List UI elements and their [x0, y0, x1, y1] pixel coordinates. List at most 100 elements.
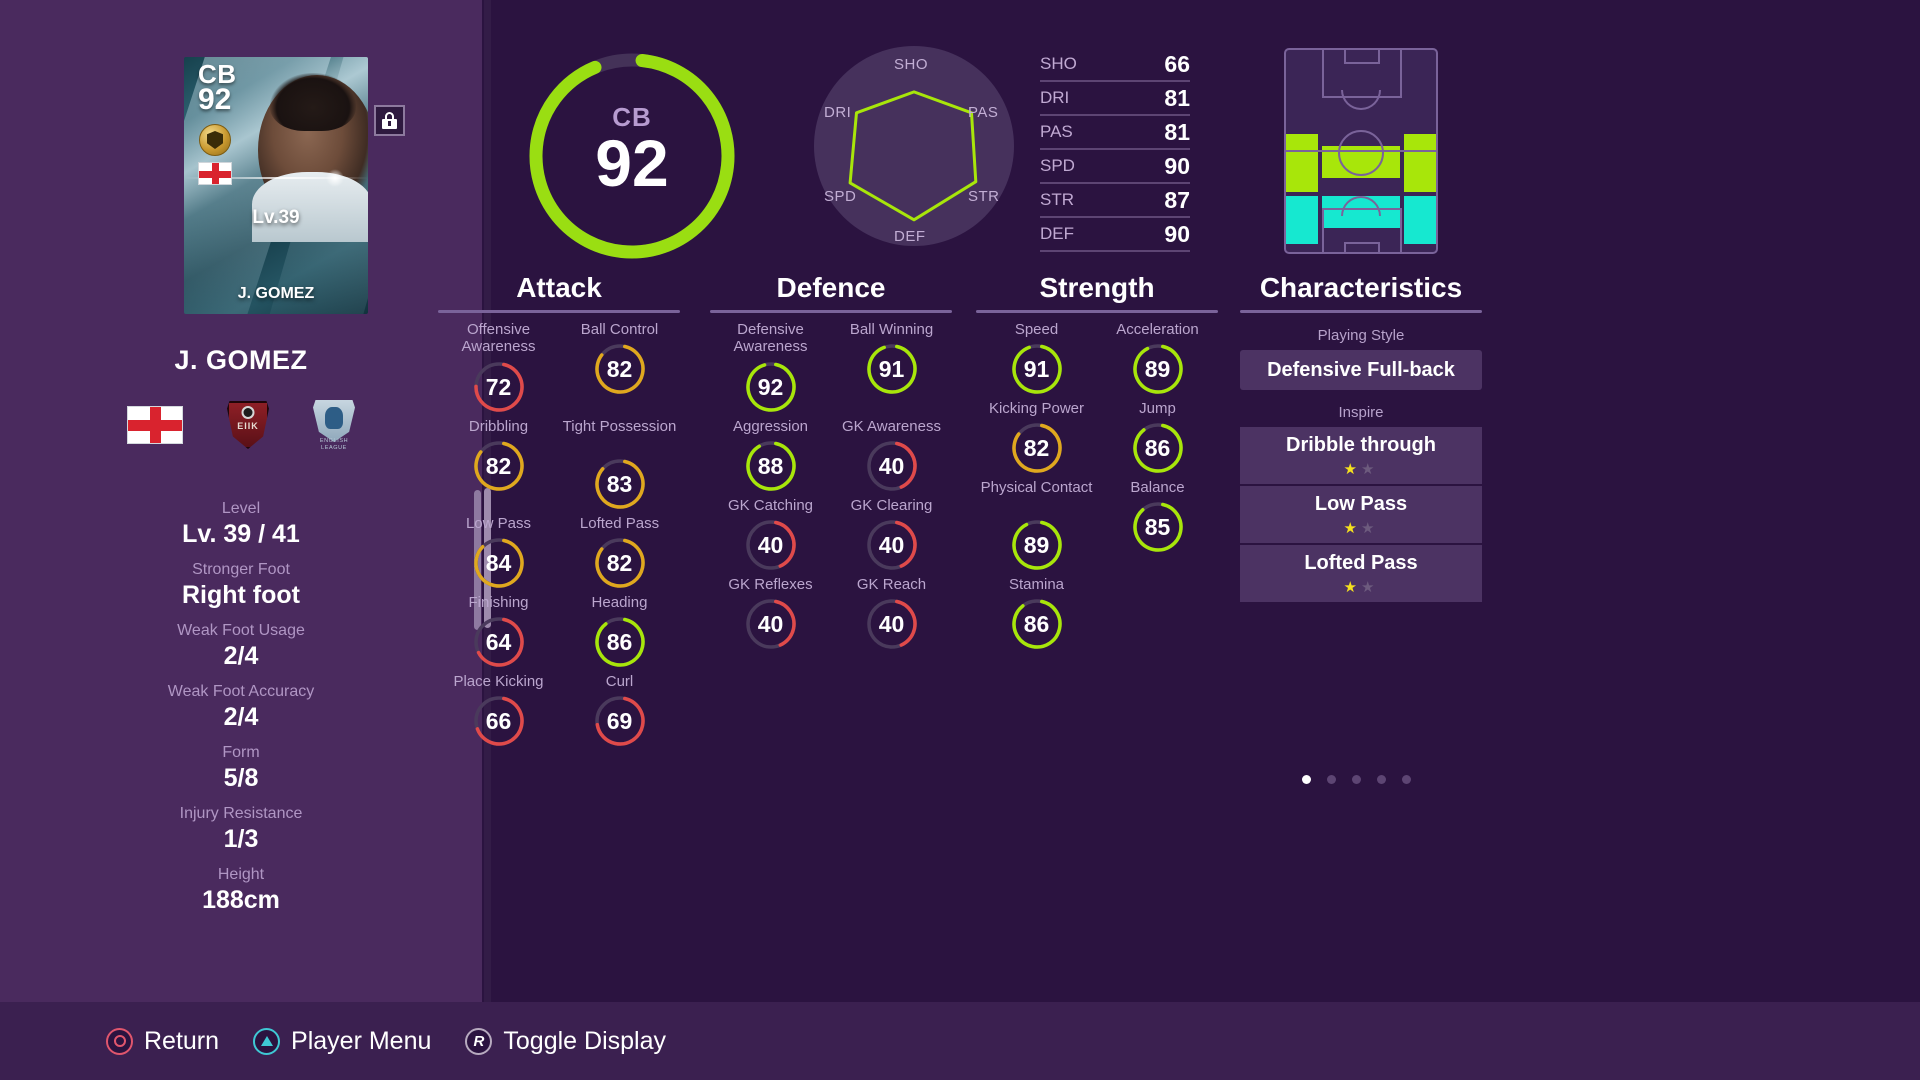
star-icon: ★ — [1361, 461, 1379, 478]
page-dot[interactable] — [1302, 775, 1311, 784]
stat-label: Dribbling — [468, 418, 529, 435]
playing-style-value[interactable]: Defensive Full-back — [1240, 350, 1482, 390]
inspire-skill-item[interactable]: Low Pass ★★ — [1240, 486, 1482, 545]
stat-ring: 82 — [592, 341, 648, 397]
stat-cell: Dribbling 82 — [438, 418, 559, 512]
stat-ring: 91 — [864, 341, 920, 397]
stat-ring: 85 — [1130, 499, 1186, 555]
stat-ring: 69 — [592, 693, 648, 749]
stat-label: Stamina — [1008, 576, 1065, 593]
pitch-center-circle — [1338, 130, 1384, 176]
stat-ring: 64 — [471, 614, 527, 670]
stat-cell: GK Reflexes 40 — [710, 576, 831, 652]
hint-player-menu[interactable]: Player Menu — [253, 1027, 431, 1056]
page-dot[interactable] — [1352, 775, 1361, 784]
hint-label-return: Return — [144, 1026, 220, 1055]
stat-cell: Finishing 64 — [438, 594, 559, 670]
summary-stat-value: 87 — [1164, 186, 1190, 213]
stat-label: Aggression — [732, 418, 809, 435]
inspire-skill-stars: ★★ — [1240, 578, 1482, 596]
inspire-skill-stars: ★★ — [1240, 460, 1482, 478]
stat-ring: 84 — [471, 535, 527, 591]
column-defence: Defence Defensive Awareness 92 Ball Winnin… — [710, 272, 952, 655]
nationality-flag-icon — [127, 406, 183, 444]
position-pitch — [1284, 48, 1438, 254]
stat-ring: 40 — [864, 517, 920, 573]
summary-stat-key: DEF — [1040, 224, 1074, 243]
column-title-defence: Defence — [776, 272, 886, 303]
card-medal-icon — [199, 124, 231, 156]
player-card[interactable]: CB 92 Lv.39 J. GOMEZ — [184, 57, 368, 314]
stat-value: 85 — [1144, 513, 1171, 540]
stat-cell: Ball Winning 91 — [831, 321, 952, 415]
inspire-skill-name: Lofted Pass — [1304, 552, 1418, 574]
stat-cell: Ball Control 82 — [559, 321, 680, 415]
stat-cell: Physical Contact 89 — [976, 479, 1097, 573]
club-badge-label: EIIK — [237, 421, 259, 431]
pitch-zone-rb — [1404, 134, 1436, 192]
page-dot[interactable] — [1402, 775, 1411, 784]
stat-label: GK Awareness — [842, 418, 941, 435]
stat-value: 86 — [1023, 610, 1050, 637]
stat-ring: 40 — [743, 596, 799, 652]
hint-toggle-display[interactable]: R Toggle Display — [465, 1027, 666, 1056]
stat-label: GK Catching — [727, 497, 814, 514]
radar-label-pas: PAS — [968, 104, 999, 121]
stat-grid-attack: Offensive Awareness 72 Ball Control 82 Dribb… — [438, 321, 680, 752]
stat-label: Place Kicking — [453, 673, 544, 690]
inspire-skill-list: Dribble through ★★ Low Pass ★★ Lofted Pass ★★ — [1240, 427, 1482, 604]
page-dot[interactable] — [1377, 775, 1386, 784]
playing-style-label: Playing Style — [1317, 327, 1405, 344]
stat-label: Kicking Power — [988, 400, 1085, 417]
league-badge-line1: ENGLISH — [319, 438, 349, 445]
lock-button[interactable] — [374, 105, 405, 136]
page-dot[interactable] — [1327, 775, 1336, 784]
stat-ring: 88 — [743, 438, 799, 494]
stat-cell: Speed 91 — [976, 321, 1097, 397]
page-indicator[interactable] — [1302, 775, 1411, 784]
star-icon: ★ — [1361, 579, 1379, 596]
hint-label-player-menu: Player Menu — [291, 1026, 432, 1055]
inspire-skill-name: Low Pass — [1314, 493, 1408, 515]
attr-value-weak-foot-usage: 2/4 — [223, 642, 259, 670]
playstation-triangle-icon — [253, 1027, 281, 1055]
column-title-attack: Attack — [516, 272, 602, 303]
attr-label-height: Height — [217, 866, 265, 883]
card-level: Lv.39 — [252, 207, 300, 228]
stat-label: Tight Possession — [562, 418, 677, 435]
stat-ring: 82 — [471, 438, 527, 494]
stat-label: Balance — [1130, 479, 1185, 496]
inspire-skill-item[interactable]: Lofted Pass ★★ — [1240, 545, 1482, 604]
r-button-icon: R — [465, 1027, 493, 1055]
summary-stat-row: DRI 81 — [1040, 82, 1190, 116]
stat-value: 88 — [757, 452, 784, 479]
characteristics-title: Characteristics — [1259, 272, 1463, 303]
column-rule — [710, 310, 952, 313]
hint-return[interactable]: Return — [106, 1027, 219, 1056]
attr-label-weak-foot-accuracy: Weak Foot Accuracy — [167, 683, 315, 700]
column-strength: Strength Speed 91 Acceleration 89 Kicking Po… — [976, 272, 1218, 655]
stat-label: Defensive Awareness — [733, 321, 808, 356]
stat-ring: 89 — [1130, 341, 1186, 397]
stat-ring: 40 — [864, 596, 920, 652]
attribute-radar-chart: SHO PAS STR DEF SPD DRI — [808, 40, 1020, 252]
pitch-arc-top — [1341, 90, 1381, 110]
stat-label: Lofted Pass — [579, 515, 660, 532]
stat-cell: Stamina 86 — [976, 576, 1097, 652]
summary-stat-value: 90 — [1164, 220, 1190, 247]
stat-value: 86 — [1144, 434, 1171, 461]
player-badges: EIIK ENGLISH LEAGUE — [0, 400, 482, 451]
inspire-skill-item[interactable]: Dribble through ★★ — [1240, 427, 1482, 486]
stat-label: Heading — [591, 594, 648, 611]
attr-label-form: Form — [222, 744, 260, 761]
stat-label: Physical Contact — [980, 479, 1093, 496]
star-icon: ★ — [1343, 579, 1361, 596]
stat-ring: 82 — [592, 535, 648, 591]
stat-value: 72 — [485, 373, 512, 400]
stat-label: Offensive Awareness — [461, 321, 536, 356]
column-rule — [438, 310, 680, 313]
stat-label: Low Pass — [465, 515, 532, 532]
stat-cell: Low Pass 84 — [438, 515, 559, 591]
stat-value: 89 — [1144, 355, 1171, 382]
stat-ring: 89 — [1009, 517, 1065, 573]
